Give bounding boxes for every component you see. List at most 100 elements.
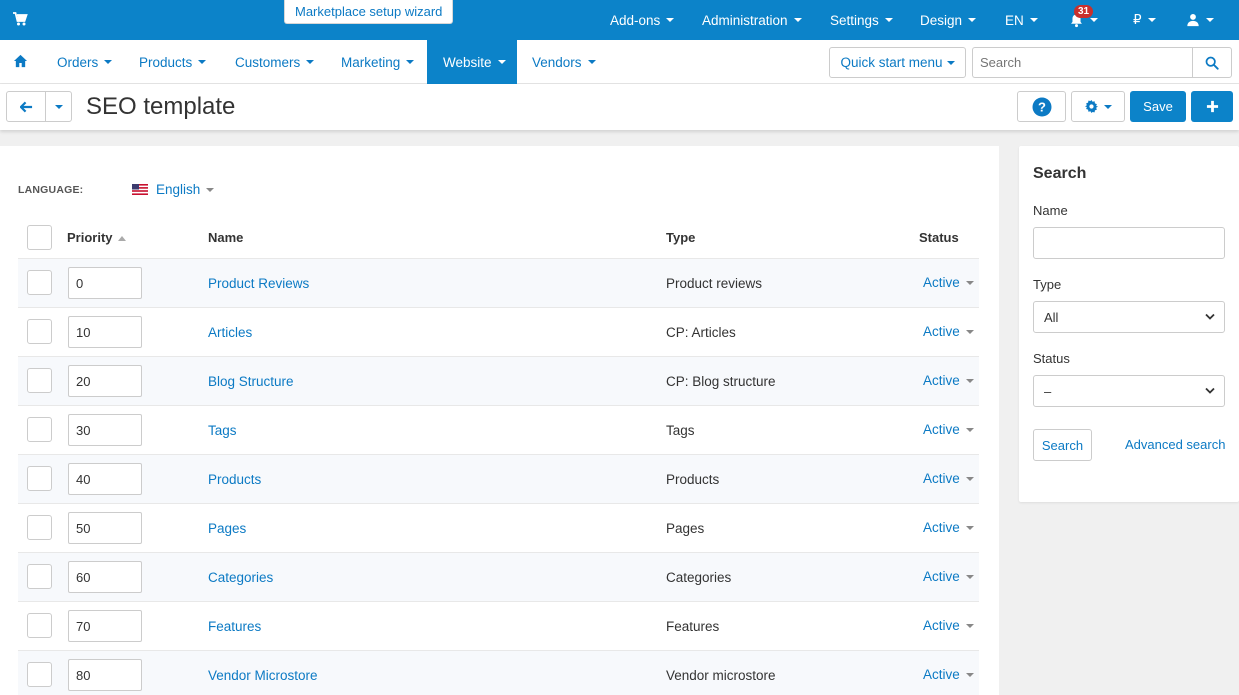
chevron-down-icon <box>104 60 113 64</box>
add-seo-template-button[interactable] <box>1191 91 1233 122</box>
name-column-header: Name <box>208 230 244 245</box>
template-name-link[interactable]: Features <box>208 619 261 634</box>
template-type: Tags <box>666 423 695 438</box>
row-checkbox[interactable] <box>27 466 52 491</box>
row-checkbox[interactable] <box>27 613 52 638</box>
priority-input[interactable] <box>68 463 142 495</box>
priority-input[interactable] <box>68 316 142 348</box>
settings-menu[interactable]: Settings <box>830 0 893 40</box>
priority-input[interactable] <box>68 267 142 299</box>
status-dropdown[interactable]: Active <box>923 275 974 290</box>
row-checkbox[interactable] <box>27 564 52 589</box>
status-dropdown[interactable]: Active <box>923 324 974 339</box>
advanced-search-link[interactable]: Advanced search <box>1125 437 1225 452</box>
priority-input[interactable] <box>68 414 142 446</box>
chevron-down-icon <box>884 18 893 22</box>
back-button[interactable] <box>6 91 46 122</box>
history-dropdown-button[interactable] <box>45 91 72 122</box>
template-name-link[interactable]: Pages <box>208 521 246 536</box>
status-dropdown[interactable]: Active <box>923 618 974 633</box>
chevron-down-icon <box>206 187 215 192</box>
marketplace-setup-wizard-link[interactable]: Marketplace setup wizard <box>284 0 454 24</box>
chevron-down-icon <box>965 525 974 530</box>
language-menu[interactable]: EN <box>1005 0 1038 40</box>
chevron-down-icon <box>1090 18 1098 22</box>
status-dropdown[interactable]: Active <box>923 667 974 682</box>
settings-dropdown-button[interactable] <box>1071 91 1125 122</box>
type-filter-label: Type <box>1033 277 1062 292</box>
template-name-link[interactable]: Products <box>208 472 261 487</box>
priority-column-header[interactable]: Priority <box>67 230 127 245</box>
template-name-link[interactable]: Tags <box>208 423 237 438</box>
status-filter-select[interactable]: – <box>1033 375 1225 407</box>
user-menu[interactable] <box>1186 0 1214 40</box>
global-search-button[interactable] <box>1192 47 1232 78</box>
currency-menu[interactable]: ₽ <box>1133 0 1156 40</box>
select-all-checkbox[interactable] <box>27 225 52 250</box>
status-dropdown[interactable]: Active <box>923 569 974 584</box>
cart-icon[interactable] <box>12 11 28 27</box>
quick-start-menu-button[interactable]: Quick start menu <box>829 47 966 78</box>
template-type: Pages <box>666 521 705 536</box>
us-flag-icon <box>132 184 148 195</box>
name-filter-input[interactable] <box>1033 227 1225 259</box>
template-name-link[interactable]: Categories <box>208 570 273 585</box>
filter-search-button[interactable]: Search <box>1033 429 1092 461</box>
nav-marketing[interactable]: Marketing <box>341 40 415 84</box>
user-icon <box>1187 14 1199 27</box>
nav-orders[interactable]: Orders <box>57 40 113 84</box>
chevron-down-icon <box>54 104 63 109</box>
row-checkbox[interactable] <box>27 515 52 540</box>
template-name-link[interactable]: Product Reviews <box>208 276 309 291</box>
table-row: Product Reviews Product reviews Active <box>18 258 979 307</box>
home-icon[interactable] <box>13 54 28 68</box>
status-dropdown[interactable]: Active <box>923 471 974 486</box>
template-type: Products <box>666 472 720 487</box>
priority-input[interactable] <box>68 659 142 691</box>
nav-customers[interactable]: Customers <box>235 40 315 84</box>
row-checkbox[interactable] <box>27 319 52 344</box>
priority-input[interactable] <box>68 512 142 544</box>
plus-icon <box>1206 100 1218 113</box>
priority-input[interactable] <box>68 365 142 397</box>
type-filter-select[interactable]: All <box>1033 301 1225 333</box>
priority-input[interactable] <box>68 561 142 593</box>
addons-menu[interactable]: Add-ons <box>610 0 675 40</box>
priority-input[interactable] <box>68 610 142 642</box>
design-menu[interactable]: Design <box>920 0 977 40</box>
chevron-down-icon <box>1205 313 1215 320</box>
chevron-down-icon <box>965 574 974 579</box>
row-checkbox[interactable] <box>27 368 52 393</box>
row-checkbox[interactable] <box>27 417 52 442</box>
svg-text:?: ? <box>1038 99 1046 114</box>
status-dropdown[interactable]: Active <box>923 520 974 535</box>
save-button[interactable]: Save <box>1130 91 1186 122</box>
chevron-down-icon <box>965 427 974 432</box>
row-checkbox[interactable] <box>27 662 52 687</box>
chevron-down-icon <box>965 672 974 677</box>
administration-menu[interactable]: Administration <box>702 0 802 40</box>
global-search-input[interactable] <box>972 47 1193 78</box>
nav-website[interactable]: Website <box>427 40 517 84</box>
name-filter-label: Name <box>1033 203 1068 218</box>
nav-products[interactable]: Products <box>139 40 207 84</box>
chevron-down-icon <box>965 329 974 334</box>
chevron-down-icon <box>946 60 955 65</box>
table-row: Categories Categories Active <box>18 552 979 601</box>
chevron-down-icon <box>1206 18 1214 22</box>
template-name-link[interactable]: Blog Structure <box>208 374 294 389</box>
template-name-link[interactable]: Vendor Microstore <box>208 668 318 683</box>
nav-vendors[interactable]: Vendors <box>532 40 596 84</box>
template-name-link[interactable]: Articles <box>208 325 252 340</box>
row-checkbox[interactable] <box>27 270 52 295</box>
status-dropdown[interactable]: Active <box>923 422 974 437</box>
table-row: Tags Tags Active <box>18 405 979 454</box>
chevron-down-icon <box>1205 387 1215 394</box>
notification-count-badge: 31 <box>1074 5 1094 18</box>
language-selector[interactable]: English <box>132 182 215 197</box>
chevron-down-icon <box>793 18 802 22</box>
status-dropdown[interactable]: Active <box>923 373 974 388</box>
chevron-down-icon <box>968 18 977 22</box>
help-button[interactable]: ? <box>1017 91 1066 122</box>
chevron-down-icon <box>406 60 415 64</box>
